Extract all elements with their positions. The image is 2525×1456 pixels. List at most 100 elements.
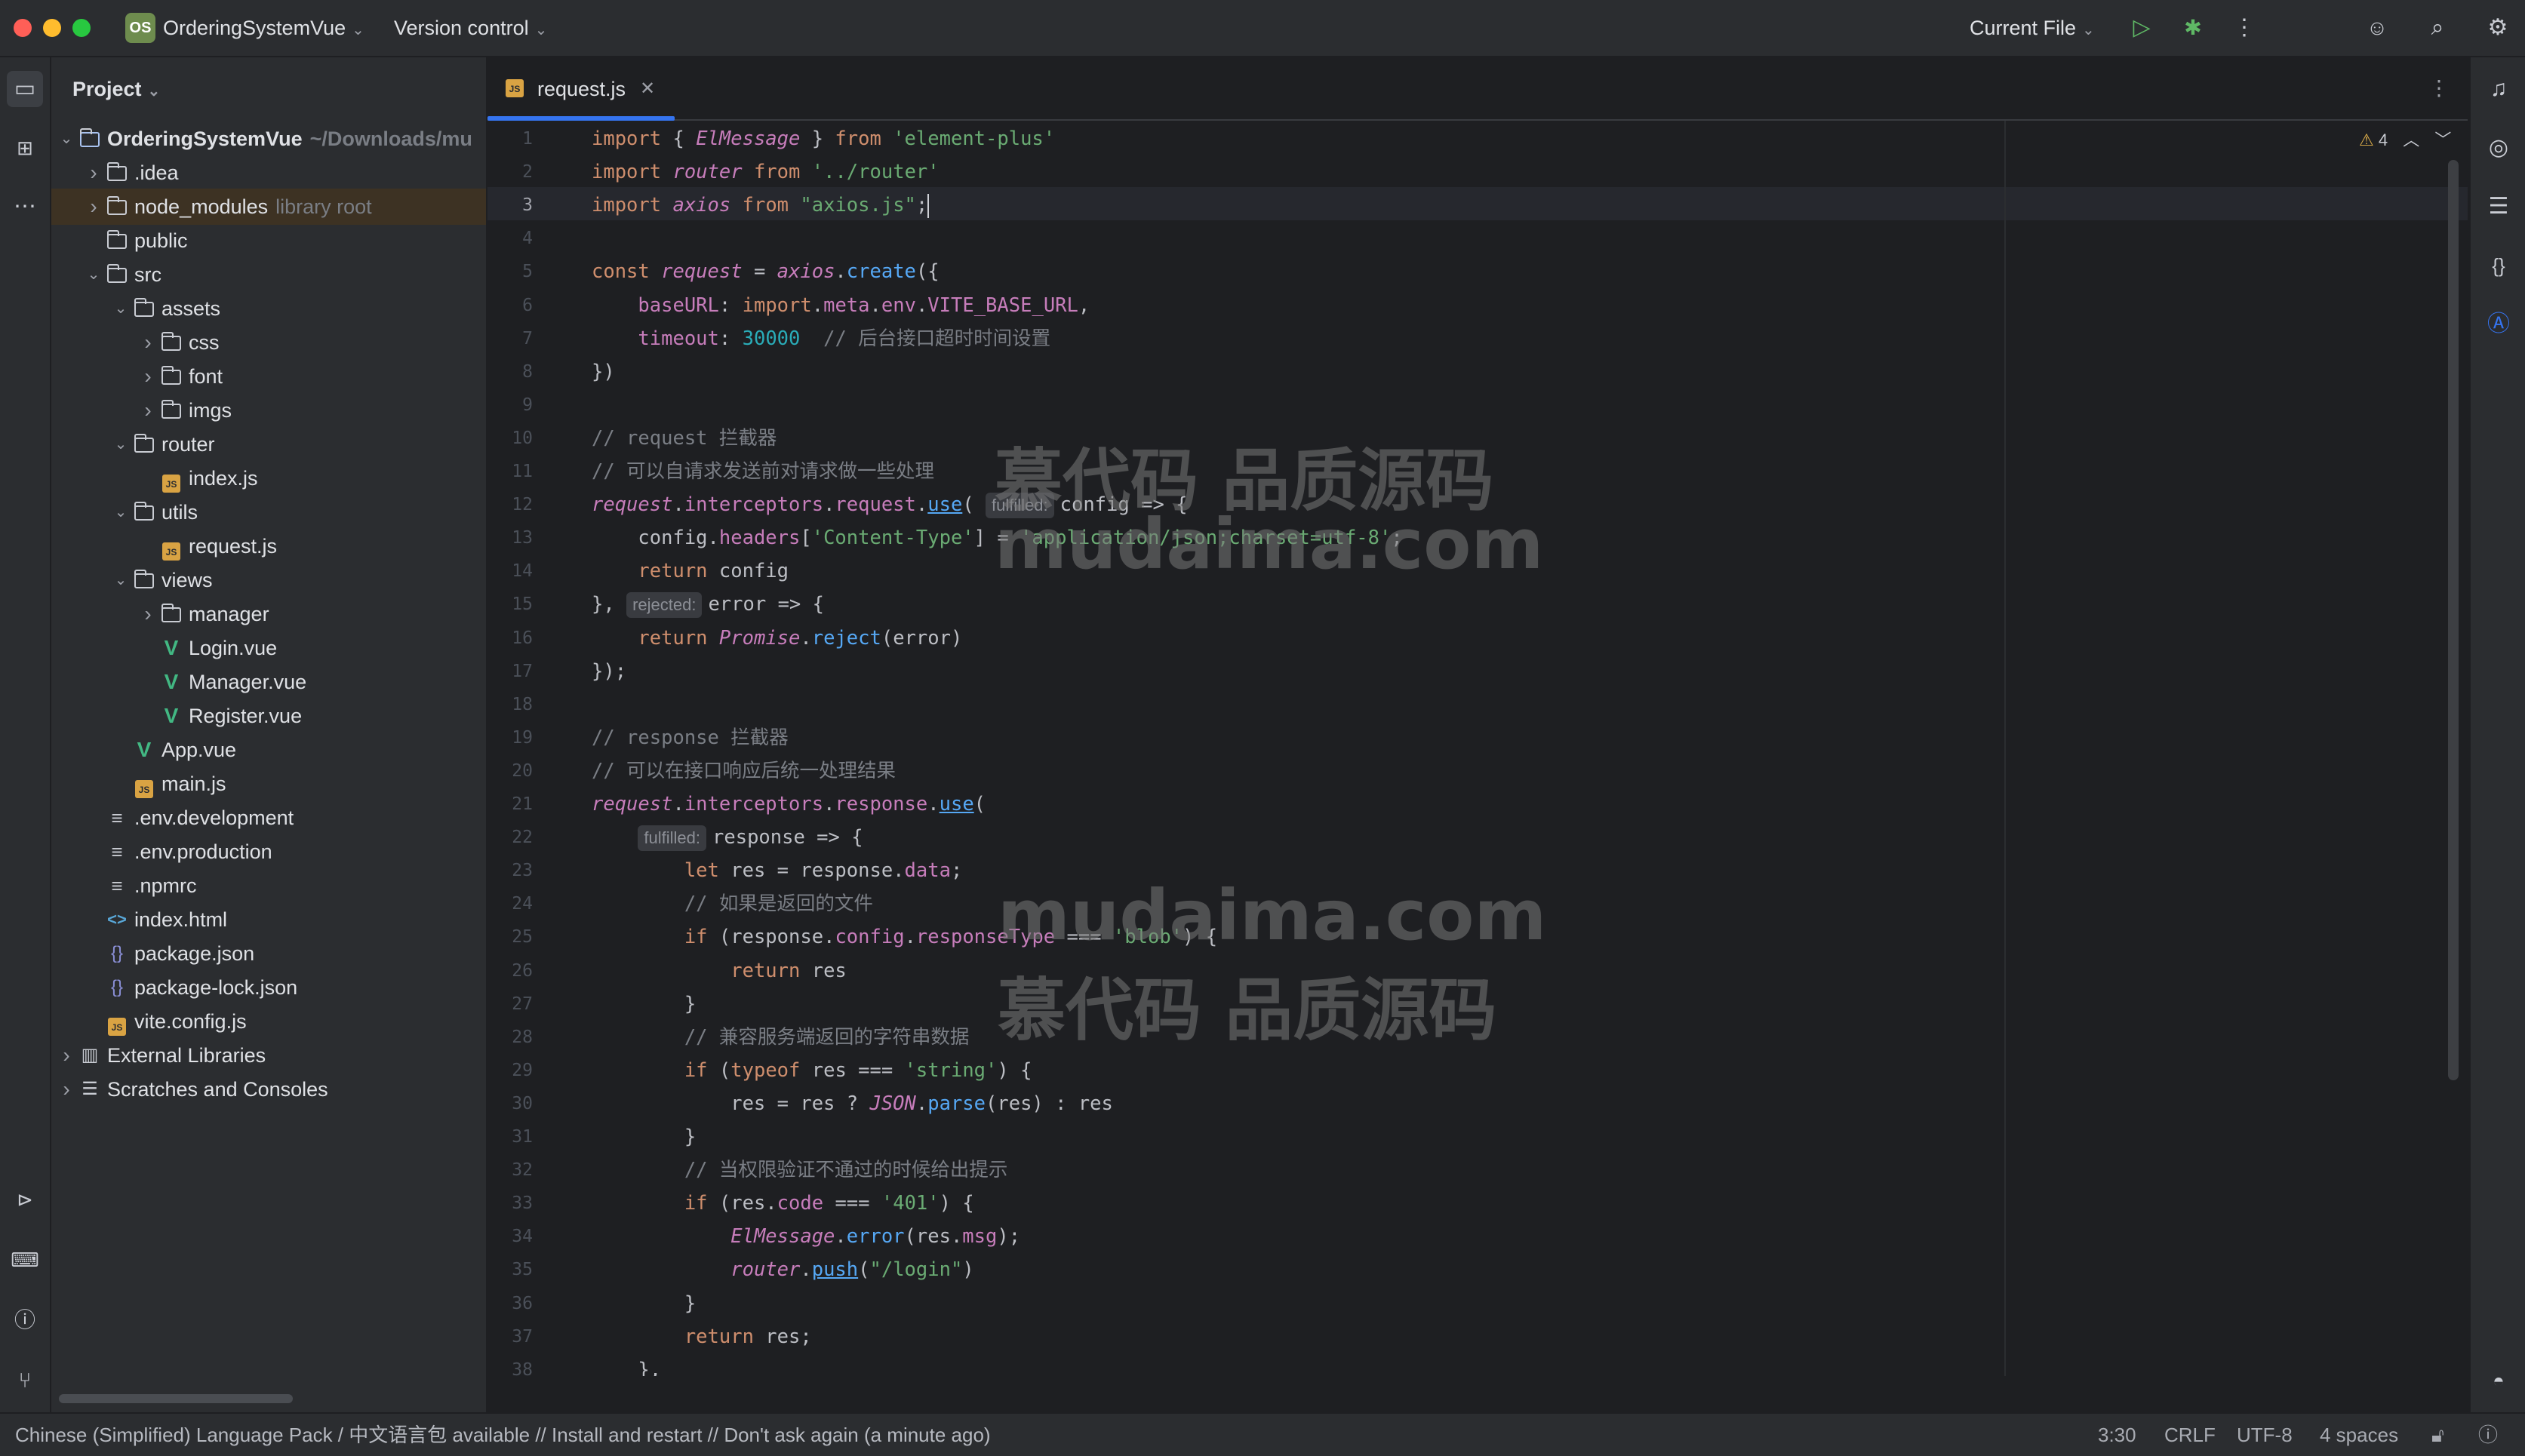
tree-item[interactable]: public xyxy=(51,223,486,259)
project-switcher[interactable]: OrderingSystemVue ⌄ xyxy=(163,0,364,56)
close-tab-icon[interactable]: ✕ xyxy=(640,57,655,121)
tree-item[interactable]: JS request.js xyxy=(51,528,486,564)
status-bar: Chinese (Simplified) Language Pack / 中文语… xyxy=(0,1412,2525,1456)
run-config-selector[interactable]: Current File ⌄ xyxy=(1970,0,2095,56)
line-number: 2 xyxy=(522,162,533,183)
structure-icon[interactable]: ⊞ xyxy=(7,130,43,166)
tree-item[interactable]: JS index.js xyxy=(51,460,486,496)
tree-item[interactable]: › ☰ Scratches and Consoles xyxy=(51,1071,486,1107)
code-line: let res = response.data; xyxy=(684,859,963,883)
json-file-icon: {} xyxy=(110,943,124,963)
tree-item[interactable]: ≡ .env.development xyxy=(51,800,486,836)
tree-item[interactable]: › manager xyxy=(51,596,486,632)
chevron-down-icon[interactable]: ⌄ xyxy=(86,256,101,293)
js-file-icon: JS xyxy=(160,528,183,564)
tree-item[interactable]: ≡ .env.production xyxy=(51,834,486,870)
close-window-button[interactable] xyxy=(14,19,32,37)
tree-item[interactable]: ⌄ views xyxy=(51,562,486,598)
add-user-icon[interactable]: ☺ xyxy=(2362,13,2392,43)
tree-item[interactable]: › .idea xyxy=(51,155,486,191)
status-message[interactable]: Chinese (Simplified) Language Pack / 中文语… xyxy=(15,1414,991,1456)
database-icon[interactable]: ☰ xyxy=(2480,189,2517,225)
code-editor[interactable]: 1 2 3 4 5 6 7 8 9 10 11 12 13 14 15 16 17 18 19 20 21 22 23 24 2… xyxy=(487,121,2468,1376)
chevron-down-icon[interactable]: ⌄ xyxy=(113,290,128,327)
line-number: 33 xyxy=(512,1193,533,1214)
tab-options-icon[interactable]: ⋮ xyxy=(2428,57,2450,119)
tree-item[interactable]: {} package.json xyxy=(51,935,486,972)
terminal-icon[interactable]: ⌨ xyxy=(7,1242,43,1278)
chevron-down-icon[interactable]: ⌄ xyxy=(59,121,74,157)
vertical-scrollbar[interactable] xyxy=(2448,160,2459,1080)
notifications-bell-icon[interactable]: ♫ xyxy=(2480,71,2517,107)
project-tool-folder-icon[interactable]: ▭ xyxy=(7,71,43,107)
code-line: // request 拦截器 xyxy=(592,426,777,450)
tree-item[interactable]: ≡ .npmrc xyxy=(51,868,486,904)
library-icon: ▥ xyxy=(81,1045,99,1065)
next-highlight-icon[interactable]: ﹀ xyxy=(2434,131,2451,149)
tree-item[interactable]: JS vite.config.js xyxy=(51,1003,486,1040)
tree-item[interactable]: ⌄ assets xyxy=(51,290,486,327)
tab-request-js[interactable]: JS request.js ✕ xyxy=(487,57,675,121)
ai-assistant-icon[interactable]: ◎ xyxy=(2480,130,2517,166)
caret-position[interactable]: 3:30 xyxy=(2098,1414,2136,1456)
problems-icon[interactable]: ⓘ xyxy=(7,1302,43,1338)
problems-status-icon[interactable]: ⓘ xyxy=(2478,1414,2498,1456)
tree-item[interactable]: › node_modules library root xyxy=(51,189,486,225)
chevron-right-icon[interactable]: › xyxy=(140,392,155,429)
more-tools-icon[interactable]: ⋯ xyxy=(7,189,43,225)
git-branch-icon[interactable]: ⑂ xyxy=(7,1362,43,1399)
minimize-window-button[interactable] xyxy=(43,19,61,37)
chevron-right-icon[interactable]: › xyxy=(59,1071,74,1107)
chevron-right-icon[interactable]: › xyxy=(140,596,155,632)
chevron-down-icon[interactable]: ⌄ xyxy=(113,562,128,598)
chevron-right-icon[interactable]: › xyxy=(59,1037,74,1074)
horizontal-scrollbar[interactable] xyxy=(59,1394,293,1403)
tree-item[interactable]: V App.vue xyxy=(51,732,486,768)
json-helper-icon[interactable]: {} xyxy=(2480,247,2517,284)
folder-icon xyxy=(133,494,155,530)
tree-item-label: .env.development xyxy=(134,806,294,829)
tree-item[interactable]: V Register.vue xyxy=(51,698,486,734)
search-icon[interactable]: ⌕ xyxy=(2422,13,2453,43)
tree-item[interactable]: {} package-lock.json xyxy=(51,969,486,1006)
chevron-right-icon[interactable]: › xyxy=(140,324,155,361)
chevron-right-icon[interactable]: › xyxy=(86,155,101,191)
tree-item[interactable]: › font xyxy=(51,358,486,395)
tree-item[interactable]: ⌄ OrderingSystemVue ~/Downloads/mu xyxy=(51,121,486,157)
line-number: 38 xyxy=(512,1359,533,1376)
run-icon[interactable]: ▷ xyxy=(2127,13,2157,43)
settings-gear-icon[interactable]: ⚙ xyxy=(2483,13,2513,43)
tree-item[interactable]: › imgs xyxy=(51,392,486,429)
indent-setting[interactable]: 4 spaces xyxy=(2320,1414,2398,1456)
inspection-widget[interactable]: ⚠ 4 ︿ ﹀ xyxy=(2359,127,2451,151)
chevron-right-icon[interactable]: › xyxy=(86,189,101,225)
services-icon[interactable]: ⊳ xyxy=(7,1181,43,1218)
version-control-menu[interactable]: Version control ⌄ xyxy=(394,0,547,56)
tree-item[interactable]: ⌄ router xyxy=(51,426,486,462)
chevron-right-icon[interactable]: › xyxy=(140,358,155,395)
project-badge[interactable]: OS xyxy=(125,13,155,43)
folder-icon xyxy=(106,189,128,225)
tree-item[interactable]: <> index.html xyxy=(51,902,486,938)
chevron-down-icon[interactable]: ⌄ xyxy=(113,426,128,462)
tree-item[interactable]: V Login.vue xyxy=(51,630,486,666)
file-encoding[interactable]: UTF-8 xyxy=(2237,1414,2293,1456)
tree-item[interactable]: JS main.js xyxy=(51,766,486,802)
translate-plugin-icon[interactable]: Ⓐ xyxy=(2480,306,2517,342)
tree-item[interactable]: ⌄ src xyxy=(51,256,486,293)
maximize-window-button[interactable] xyxy=(72,19,91,37)
chevron-down-icon[interactable]: ⌄ xyxy=(113,494,128,530)
debug-icon[interactable]: ✱ xyxy=(2178,13,2208,43)
more-actions-icon[interactable]: ⋮ xyxy=(2229,13,2259,43)
tree-item-sublabel: library root xyxy=(275,195,372,218)
line-ending[interactable]: CRLF xyxy=(2164,1414,2216,1456)
tree-item[interactable]: V Manager.vue xyxy=(51,664,486,700)
tree-item[interactable]: › css xyxy=(51,324,486,361)
previous-highlight-icon[interactable]: ︿ xyxy=(2403,131,2419,149)
tree-item[interactable]: ⌄ utils xyxy=(51,494,486,530)
project-panel-header[interactable]: Project ⌄ xyxy=(72,57,160,121)
code-with-me-icon[interactable]: ◓ xyxy=(2480,1362,2517,1399)
readonly-lock-icon[interactable]: 🔓︎ xyxy=(2431,1414,2444,1456)
tree-item[interactable]: › ▥ External Libraries xyxy=(51,1037,486,1074)
line-number: 6 xyxy=(522,295,533,315)
